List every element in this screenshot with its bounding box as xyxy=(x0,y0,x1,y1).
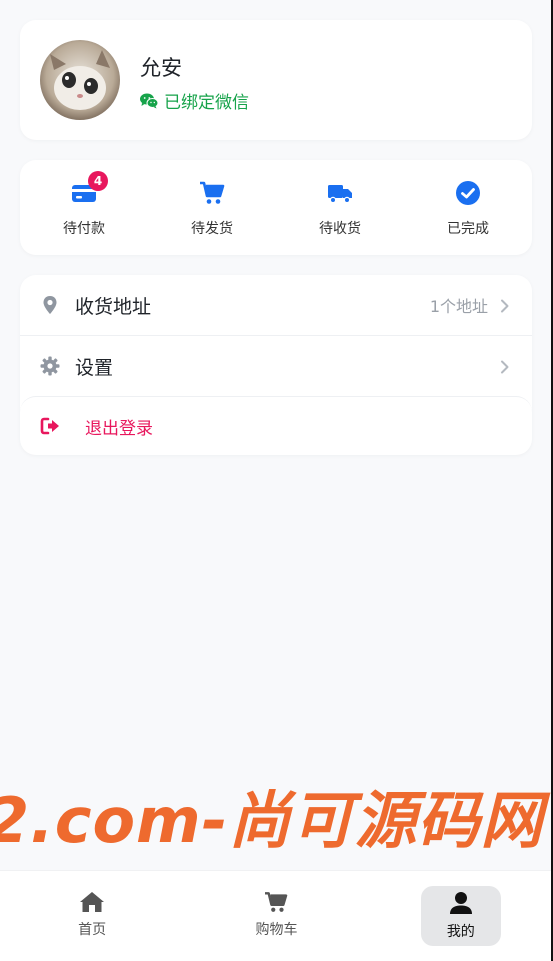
chevron-right-icon xyxy=(500,298,510,313)
user-icon xyxy=(449,892,472,914)
menu-card: 收货地址 1个地址 设置 退出登录 xyxy=(20,275,532,455)
watermark: 2.com-尚可源码网 xyxy=(0,784,544,857)
truck-icon xyxy=(327,180,353,206)
order-pending-payment[interactable]: 4 待付款 xyxy=(20,160,148,255)
nav-item-home[interactable]: 首页 xyxy=(0,871,184,961)
order-pending-receipt[interactable]: 待收货 xyxy=(276,160,404,255)
logout-button[interactable]: 退出登录 xyxy=(20,396,532,455)
logout-label: 退出登录 xyxy=(85,418,153,439)
check-circle-icon xyxy=(455,180,481,206)
order-status-card: 4 待付款 待发货 待收货 已完成 xyxy=(20,160,532,255)
menu-item-settings[interactable]: 设置 xyxy=(20,336,532,396)
order-pending-payment-label: 待付款 xyxy=(63,221,105,237)
wechat-icon xyxy=(140,93,158,108)
logout-icon xyxy=(40,416,60,436)
order-completed-label: 已完成 xyxy=(447,221,489,237)
profile-card: 允安 已绑定微信 xyxy=(20,20,532,140)
avatar[interactable] xyxy=(40,40,120,120)
wallet-icon: 4 xyxy=(71,171,108,206)
username: 允安 xyxy=(140,56,182,80)
wechat-status-text: 已绑定微信 xyxy=(164,93,249,113)
bottom-nav: 首页 购物车 我的 xyxy=(0,870,553,961)
nav-item-cart-label: 购物车 xyxy=(255,922,298,938)
nav-item-mine-label: 我的 xyxy=(446,924,475,940)
pending-payment-badge: 4 xyxy=(88,171,108,191)
nav-item-home-label: 首页 xyxy=(78,922,107,938)
wechat-status: 已绑定微信 xyxy=(140,88,249,113)
order-pending-shipment[interactable]: 待发货 xyxy=(148,160,276,255)
cart-icon xyxy=(199,180,225,206)
order-pending-shipment-label: 待发货 xyxy=(191,221,233,237)
menu-item-address[interactable]: 收货地址 1个地址 xyxy=(20,275,532,335)
menu-item-address-label: 收货地址 xyxy=(75,295,152,318)
order-completed[interactable]: 已完成 xyxy=(404,160,532,255)
order-pending-receipt-label: 待收货 xyxy=(319,221,361,237)
nav-item-mine[interactable]: 我的 xyxy=(369,871,553,961)
location-pin-icon xyxy=(40,295,60,315)
cart-icon xyxy=(265,892,288,912)
address-count: 1个地址 xyxy=(429,297,488,316)
menu-item-settings-label: 设置 xyxy=(75,356,114,379)
nav-item-cart[interactable]: 购物车 xyxy=(184,871,368,961)
chevron-right-icon xyxy=(500,359,510,374)
home-icon xyxy=(80,892,105,912)
gear-icon xyxy=(40,356,60,376)
